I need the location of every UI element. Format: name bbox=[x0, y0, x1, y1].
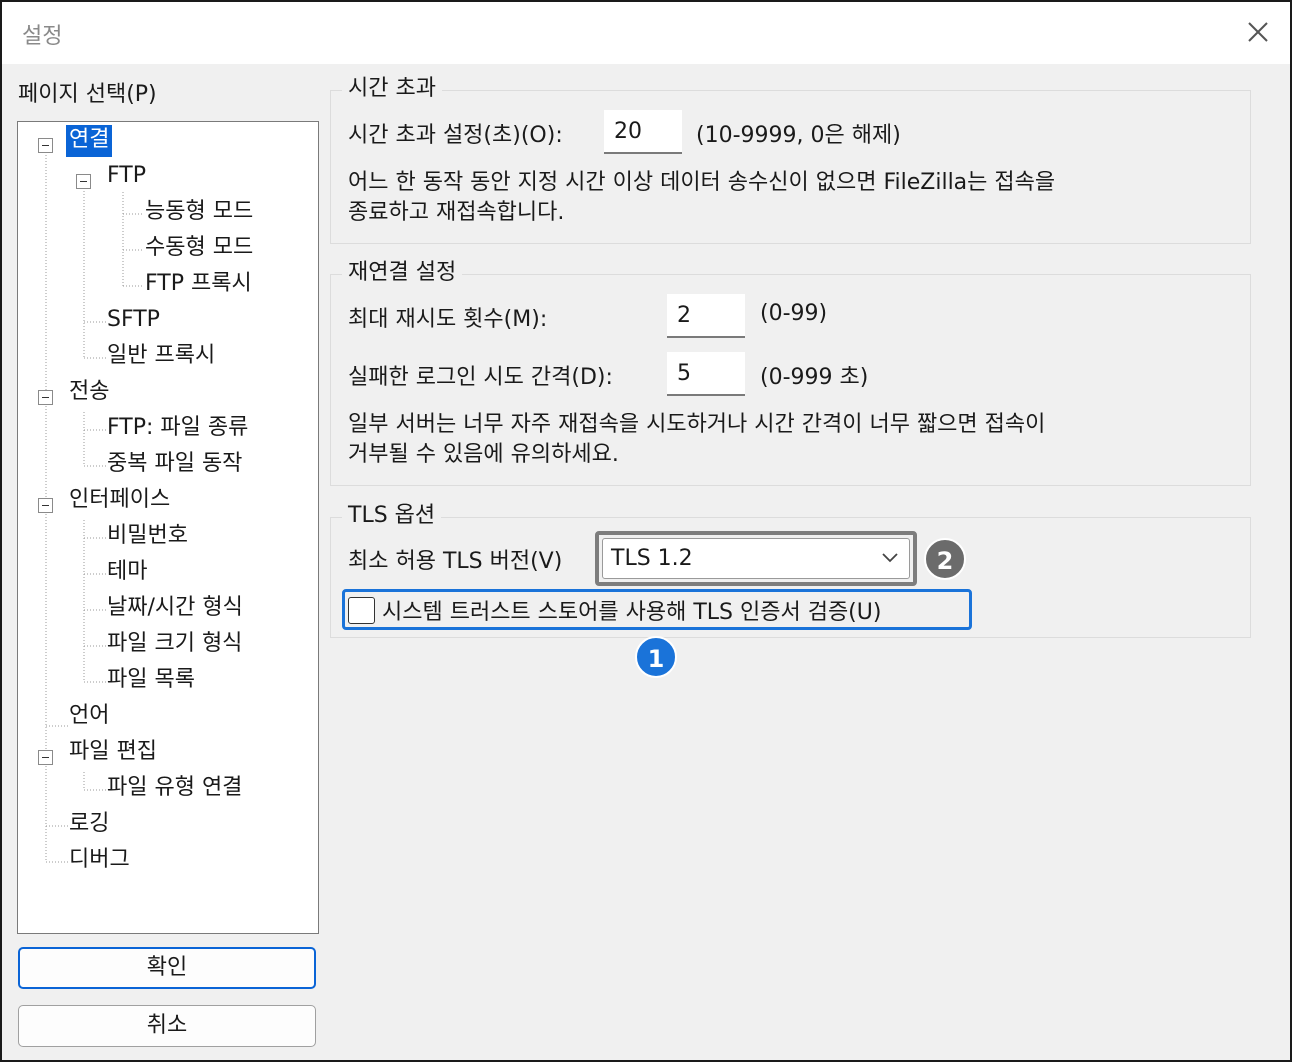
trust-store-checkbox[interactable] bbox=[348, 597, 375, 624]
timeout-legend: 시간 초과 bbox=[342, 75, 442, 103]
step-badge-2: 2 bbox=[924, 538, 966, 580]
tree-item-passwords[interactable]: 비밀번호 bbox=[104, 521, 191, 553]
tree-item-passive-mode[interactable]: 수동형 모드 bbox=[142, 233, 256, 265]
max-retries-range: (0-99) bbox=[760, 301, 828, 326]
title-bar: 설정 bbox=[2, 2, 1290, 64]
tree-item-file-editing[interactable]: 파일 편집 bbox=[66, 737, 160, 769]
tree-item-file-exists-action[interactable]: 중복 파일 동작 bbox=[104, 449, 245, 481]
page-select-label: 페이지 선택(P) bbox=[18, 82, 157, 107]
timeout-input[interactable]: 20 bbox=[604, 110, 682, 154]
trust-store-label[interactable]: 시스템 트러스트 스토어를 사용해 TLS 인증서 검증(U) bbox=[382, 594, 881, 626]
chevron-down-icon bbox=[882, 553, 898, 563]
retry-delay-input[interactable]: 5 bbox=[667, 352, 745, 396]
tls-legend: TLS 옵션 bbox=[342, 502, 442, 530]
retry-delay-range: (0-999 초) bbox=[760, 365, 869, 390]
tree-item-transfers[interactable]: 전송 bbox=[66, 377, 112, 409]
page-tree[interactable]: 연결 FTP 능동형 모드 수동형 모드 FTP 프록시 SFTP 일반 프록시… bbox=[17, 121, 319, 934]
tree-item-active-mode[interactable]: 능동형 모드 bbox=[142, 197, 256, 229]
tree-item-connection[interactable]: 연결 bbox=[66, 125, 113, 157]
tree-item-ftp-proxy[interactable]: FTP 프록시 bbox=[142, 269, 255, 301]
collapse-icon[interactable] bbox=[38, 390, 53, 405]
collapse-icon[interactable] bbox=[38, 750, 53, 765]
tree-item-themes[interactable]: 테마 bbox=[104, 557, 150, 589]
timeout-description-line1: 어느 한 동작 동안 지정 시간 이상 데이터 송수신이 없으면 FileZil… bbox=[348, 170, 1056, 195]
window-title: 설정 bbox=[22, 24, 63, 49]
tls-version-select[interactable]: TLS 1.2 bbox=[602, 538, 910, 579]
tree-item-filetype-associations[interactable]: 파일 유형 연결 bbox=[104, 773, 245, 805]
max-retries-input[interactable]: 2 bbox=[667, 294, 745, 338]
tls-version-value: TLS 1.2 bbox=[611, 546, 693, 571]
reconnect-legend: 재연결 설정 bbox=[342, 259, 463, 287]
tree-item-debug[interactable]: 디버그 bbox=[66, 845, 133, 877]
collapse-icon[interactable] bbox=[76, 174, 91, 189]
tree-item-generic-proxy[interactable]: 일반 프록시 bbox=[104, 341, 218, 373]
collapse-icon[interactable] bbox=[38, 498, 53, 513]
tree-item-language[interactable]: 언어 bbox=[66, 701, 112, 733]
timeout-description-line2: 종료하고 재접속합니다. bbox=[348, 200, 565, 225]
tls-version-highlight: TLS 1.2 bbox=[595, 531, 917, 586]
settings-dialog: 설정 페이지 선택(P) 연결 FTP 능동형 모드 수동형 모드 FTP 프록… bbox=[0, 0, 1292, 1062]
cancel-button[interactable]: 취소 bbox=[18, 1005, 316, 1047]
close-icon[interactable] bbox=[1244, 18, 1272, 46]
tree-item-ftp[interactable]: FTP bbox=[104, 161, 149, 193]
timeout-range: (10-9999, 0은 해제) bbox=[696, 123, 901, 148]
tree-item-ftp-file-types[interactable]: FTP: 파일 종류 bbox=[104, 413, 251, 445]
tree-item-filesize-format[interactable]: 파일 크기 형식 bbox=[104, 629, 245, 661]
reconnect-description-line1: 일부 서버는 너무 자주 재접속을 시도하거나 시간 간격이 너무 짧으면 접속… bbox=[348, 412, 1046, 437]
reconnect-description-line2: 거부될 수 있음에 유의하세요. bbox=[348, 442, 619, 467]
max-retries-label: 최대 재시도 횟수(M): bbox=[348, 307, 548, 332]
tree-item-interface[interactable]: 인터페이스 bbox=[66, 485, 173, 517]
tree-item-sftp[interactable]: SFTP bbox=[104, 305, 163, 337]
collapse-icon[interactable] bbox=[38, 138, 53, 153]
retry-delay-label: 실패한 로그인 시도 간격(D): bbox=[348, 365, 613, 390]
tree-item-logging[interactable]: 로깅 bbox=[66, 809, 112, 841]
tls-min-version-label: 최소 허용 TLS 버전(V) bbox=[348, 549, 563, 574]
ok-button[interactable]: 확인 bbox=[18, 947, 316, 989]
tree-item-file-lists[interactable]: 파일 목록 bbox=[104, 665, 198, 697]
tree-item-date-time-format[interactable]: 날짜/시간 형식 bbox=[104, 593, 246, 625]
step-badge-1: 1 bbox=[635, 636, 677, 678]
timeout-label: 시간 초과 설정(초)(O): bbox=[348, 123, 563, 148]
